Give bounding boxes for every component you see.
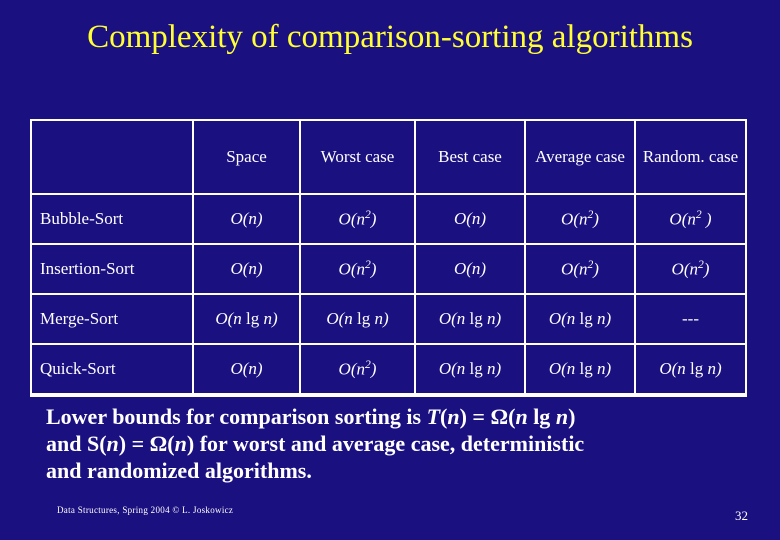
lower-bounds-paragraph: Lower bounds for comparison sorting is T… [46, 403, 746, 484]
page-number: 32 [735, 508, 748, 523]
table-header-cell-algorithm [30, 119, 194, 195]
cell-bubble-space: O(n) [192, 193, 301, 245]
cell-quick-random: O(n lg n) [634, 343, 747, 397]
table-row: Quick-Sort O(n) O(n2) O(n lg n) O(n lg n… [30, 343, 747, 397]
cell-insertion-space: O(n) [192, 243, 301, 295]
complexity-table: Space Worst case Best case Average case … [30, 119, 747, 397]
bounds-line-2: and S(n) = Ω(n) for worst and average ca… [46, 431, 585, 456]
table-header-row: Space Worst case Best case Average case … [30, 119, 747, 195]
cell-insertion-random: O(n2) [634, 243, 747, 295]
table-header-cell-space: Space [192, 119, 301, 195]
table-row: Merge-Sort O(n lg n) O(n lg n) O(n lg n)… [30, 293, 747, 345]
bounds-line-3: and randomized algorithms. [46, 458, 312, 483]
row-label-bubble-sort: Bubble-Sort [30, 193, 194, 245]
table-row: Bubble-Sort O(n) O(n2) O(n) O(n2) O(n2 ) [30, 193, 747, 245]
table-header-cell-best-case: Best case [414, 119, 526, 195]
cell-quick-worst: O(n2) [299, 343, 416, 397]
page-title: Complexity of comparison-sorting algorit… [87, 19, 693, 55]
cell-bubble-worst: O(n2) [299, 193, 416, 245]
cell-bubble-random: O(n2 ) [634, 193, 747, 245]
footer-credit: Data Structures, Spring 2004 © L. Joskow… [57, 505, 234, 515]
table-row: Insertion-Sort O(n) O(n2) O(n) O(n2) O(n… [30, 243, 747, 295]
bounds-line-1: Lower bounds for comparison sorting is T… [46, 404, 576, 429]
cell-bubble-best: O(n) [414, 193, 526, 245]
row-label-insertion-sort: Insertion-Sort [30, 243, 194, 295]
cell-quick-average: O(n lg n) [524, 343, 636, 397]
cell-merge-best: O(n lg n) [414, 293, 526, 345]
row-label-quick-sort: Quick-Sort [30, 343, 194, 397]
cell-merge-random: --- [634, 293, 747, 345]
table-header-cell-worst-case: Worst case [299, 119, 416, 195]
table-header-cell-random-case: Random. case [634, 119, 747, 195]
cell-quick-best: O(n lg n) [414, 343, 526, 397]
row-label-merge-sort: Merge-Sort [30, 293, 194, 345]
complexity-table-container: Space Worst case Best case Average case … [30, 119, 747, 397]
cell-insertion-worst: O(n2) [299, 243, 416, 295]
cell-insertion-average: O(n2) [524, 243, 636, 295]
table-header-cell-average-case: Average case [524, 119, 636, 195]
cell-merge-worst: O(n lg n) [299, 293, 416, 345]
cell-bubble-average: O(n2) [524, 193, 636, 245]
cell-insertion-best: O(n) [414, 243, 526, 295]
cell-quick-space: O(n) [192, 343, 301, 397]
cell-merge-average: O(n lg n) [524, 293, 636, 345]
cell-merge-space: O(n lg n) [192, 293, 301, 345]
